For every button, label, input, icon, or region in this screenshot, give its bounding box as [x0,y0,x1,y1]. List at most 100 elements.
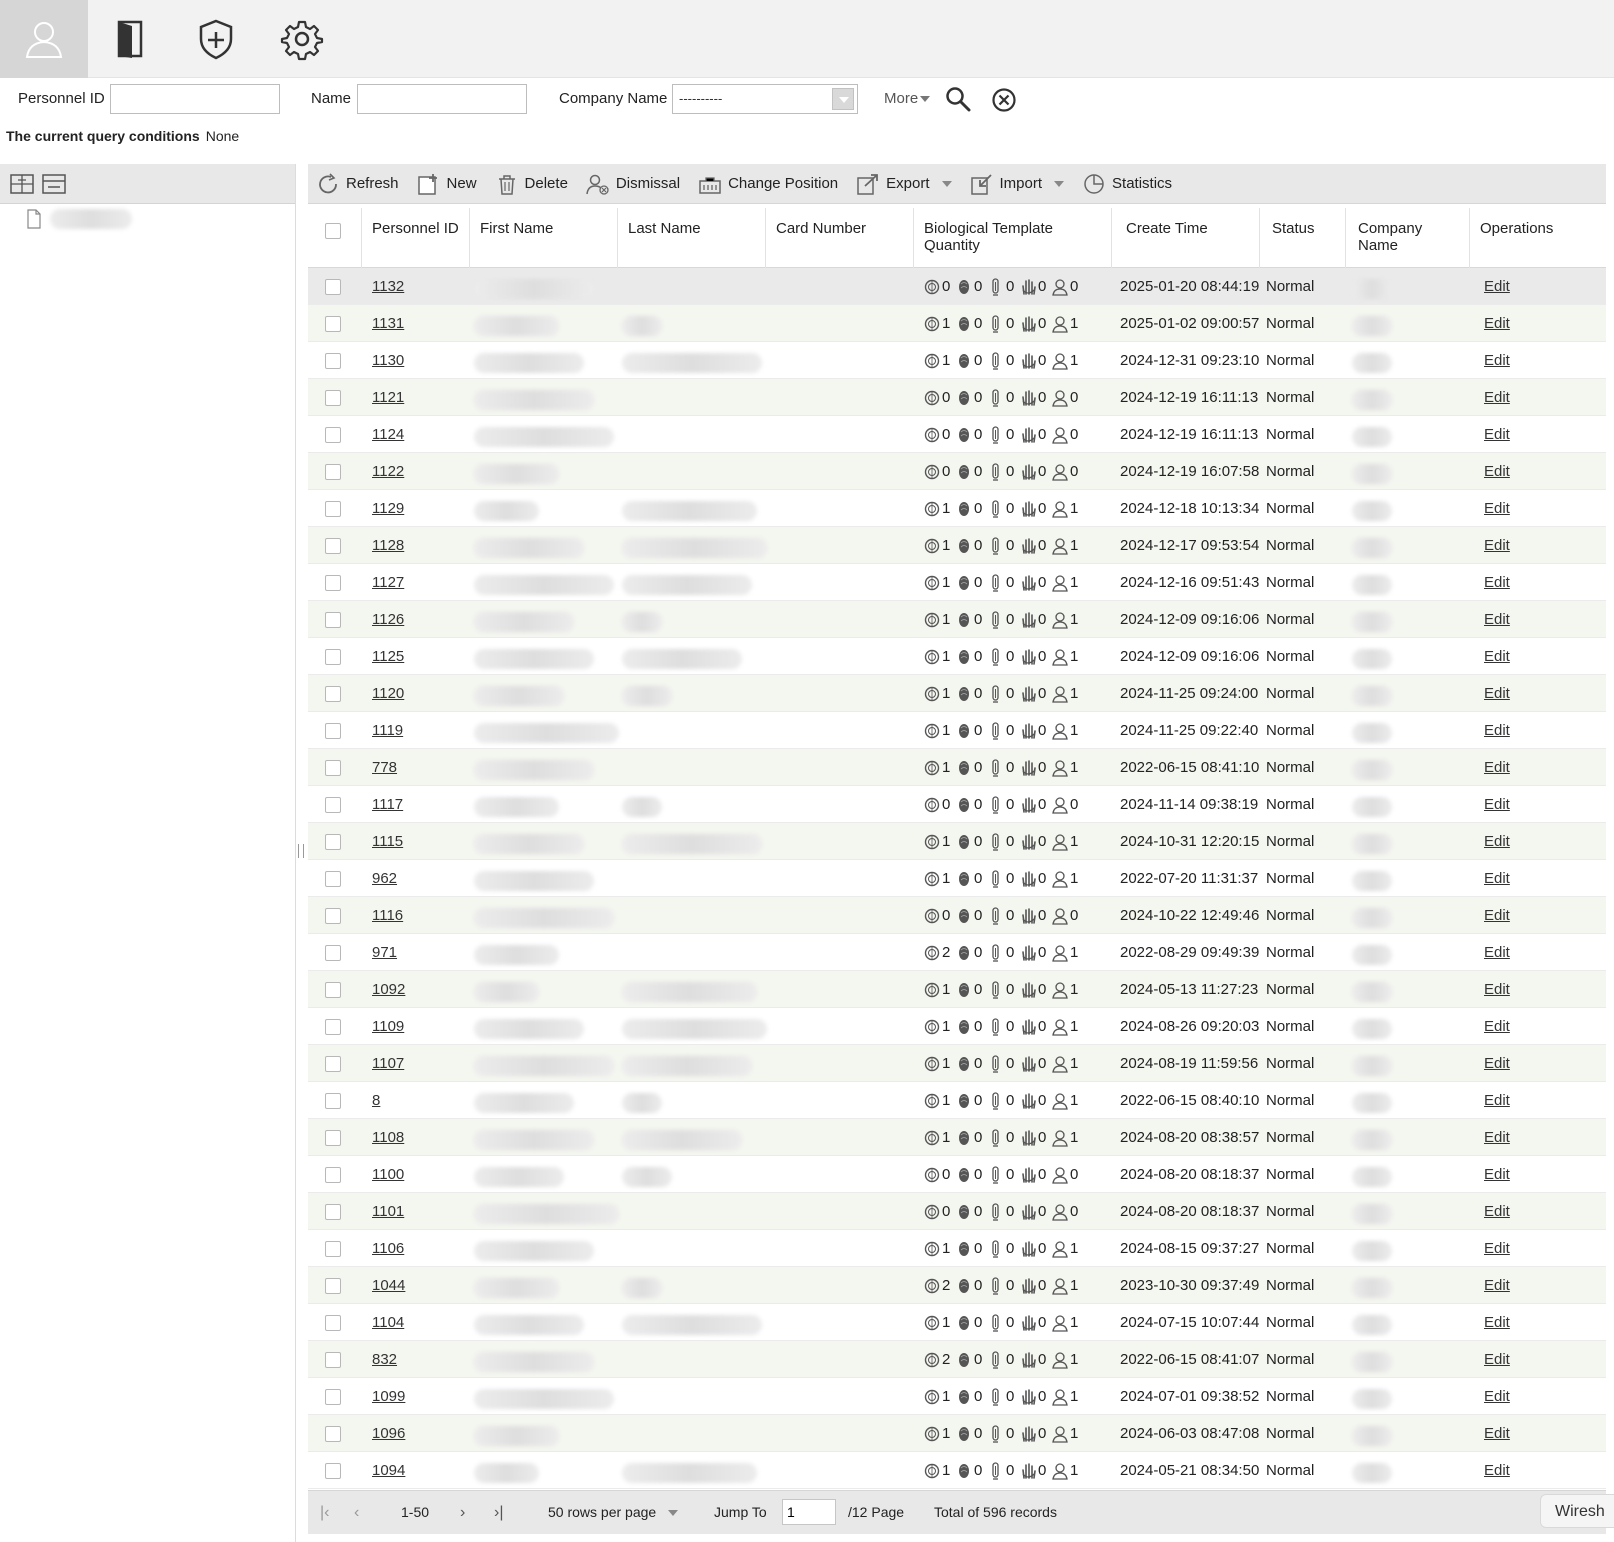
personnel-id-link[interactable]: 1044 [372,1267,405,1304]
table-row[interactable]: 1119 1 0 0 0 1 2024-11-25 09:22:40 Normal Edit [308,712,1606,749]
personnel-id-link[interactable]: 1096 [372,1415,405,1452]
table-row[interactable]: 1104 1 0 0 0 1 2024-07-15 10:07:44 Normal Edit [308,1304,1606,1341]
personnel-id-link[interactable]: 1132 [372,268,404,305]
first-page-icon[interactable]: |‹ [320,1504,329,1522]
personnel-id-link[interactable]: 1119 [372,712,403,749]
table-row[interactable]: 1101 0 0 0 0 0 2024-08-20 08:18:37 Normal Edit [308,1193,1606,1230]
row-checkbox[interactable] [325,982,341,998]
edit-link[interactable]: Edit [1484,1230,1510,1267]
personnel-id-link[interactable]: 1094 [372,1452,405,1489]
row-checkbox[interactable] [325,760,341,776]
edit-link[interactable]: Edit [1484,897,1510,934]
overlay-tab[interactable]: Wiresh [1540,1494,1614,1528]
edit-link[interactable]: Edit [1484,1008,1510,1045]
personnel-id-link[interactable]: 1121 [372,379,404,416]
table-row[interactable]: 778 1 0 0 0 1 2022-06-15 08:41:10 Normal Edit [308,749,1606,786]
row-checkbox[interactable] [325,390,341,406]
personnel-id-link[interactable]: 971 [372,934,397,971]
dismissal-button[interactable]: Dismissal [586,173,680,195]
import-button[interactable]: Import [970,173,1065,195]
header-card-number[interactable]: Card Number [766,208,914,268]
row-checkbox[interactable] [325,1056,341,1072]
edit-link[interactable]: Edit [1484,1045,1510,1082]
table-row[interactable]: 1120 1 0 0 0 1 2024-11-25 09:24:00 Normal Edit [308,675,1606,712]
edit-link[interactable]: Edit [1484,860,1510,897]
edit-link[interactable]: Edit [1484,268,1510,305]
header-create-time[interactable]: Create Time [1112,208,1260,268]
table-row[interactable]: 1117 0 0 0 0 0 2024-11-14 09:38:19 Normal Edit [308,786,1606,823]
table-row[interactable]: 1092 1 0 0 0 1 2024-05-13 11:27:23 Normal Edit [308,971,1606,1008]
table-row[interactable]: 1099 1 0 0 0 1 2024-07-01 09:38:52 Normal Edit [308,1378,1606,1415]
edit-link[interactable]: Edit [1484,379,1510,416]
edit-link[interactable]: Edit [1484,971,1510,1008]
table-row[interactable]: 1100 0 0 0 0 0 2024-08-20 08:18:37 Normal Edit [308,1156,1606,1193]
edit-link[interactable]: Edit [1484,712,1510,749]
edit-link[interactable]: Edit [1484,786,1510,823]
row-checkbox[interactable] [325,1278,341,1294]
table-row[interactable]: 8 1 0 0 0 1 2022-06-15 08:40:10 Normal Edit [308,1082,1606,1119]
table-row[interactable]: 1121 0 0 0 0 0 2024-12-19 16:11:13 Normal Edit [308,379,1606,416]
personnel-id-link[interactable]: 1100 [372,1156,404,1193]
table-row[interactable]: 1044 2 0 0 0 1 2023-10-30 09:37:49 Normal Edit [308,1267,1606,1304]
table-row[interactable]: 1107 1 0 0 0 1 2024-08-19 11:59:56 Normal Edit [308,1045,1606,1082]
personnel-id-link[interactable]: 1109 [372,1008,404,1045]
table-row[interactable]: 1130 1 0 0 0 1 2024-12-31 09:23:10 Normal Edit [308,342,1606,379]
edit-link[interactable]: Edit [1484,1304,1510,1341]
security-module-button[interactable] [172,0,260,78]
personnel-id-link[interactable]: 1126 [372,601,404,638]
delete-button[interactable]: Delete [495,173,568,195]
table-row[interactable]: 1132 0 0 0 0 0 2025-01-20 08:44:19 Normal Edit [308,268,1606,305]
header-first-name[interactable]: First Name [470,208,618,268]
row-checkbox[interactable] [325,1241,341,1257]
tree-node-root[interactable] [26,209,132,229]
personnel-id-link[interactable]: 1106 [372,1230,404,1267]
table-row[interactable]: 1096 1 0 0 0 1 2024-06-03 08:47:08 Normal Edit [308,1415,1606,1452]
row-checkbox[interactable] [325,1130,341,1146]
personnel-id-link[interactable]: 1116 [372,897,403,934]
table-row[interactable]: 832 2 0 0 0 1 2022-06-15 08:41:07 Normal Edit [308,1341,1606,1378]
export-button[interactable]: Export [856,173,952,195]
edit-link[interactable]: Edit [1484,601,1510,638]
table-row[interactable]: 1115 1 0 0 0 1 2024-10-31 12:20:15 Normal Edit [308,823,1606,860]
header-last-name[interactable]: Last Name [618,208,766,268]
new-button[interactable]: New [417,173,477,195]
row-checkbox[interactable] [325,427,341,443]
personnel-id-link[interactable]: 1092 [372,971,405,1008]
edit-link[interactable]: Edit [1484,1156,1510,1193]
row-checkbox[interactable] [325,575,341,591]
personnel-id-link[interactable]: 1124 [372,416,404,453]
refresh-button[interactable]: Refresh [316,172,399,195]
edit-link[interactable]: Edit [1484,1415,1510,1452]
personnel-id-link[interactable]: 8 [372,1082,380,1119]
edit-link[interactable]: Edit [1484,1119,1510,1156]
prev-page-icon[interactable]: ‹ [354,1504,359,1522]
row-checkbox[interactable] [325,908,341,924]
table-row[interactable]: 1106 1 0 0 0 1 2024-08-15 09:37:27 Normal Edit [308,1230,1606,1267]
edit-link[interactable]: Edit [1484,1082,1510,1119]
clear-search-icon[interactable] [991,87,1017,113]
name-input[interactable] [357,84,527,114]
edit-link[interactable]: Edit [1484,675,1510,712]
rows-per-page-select[interactable]: 50 rows per page [548,1504,679,1520]
row-checkbox[interactable] [325,464,341,480]
personnel-id-link[interactable]: 1115 [372,823,403,860]
edit-link[interactable]: Edit [1484,305,1510,342]
edit-link[interactable]: Edit [1484,1267,1510,1304]
personnel-id-input[interactable] [110,84,280,114]
select-all-checkbox[interactable] [325,223,341,239]
edit-link[interactable]: Edit [1484,823,1510,860]
row-checkbox[interactable] [325,316,341,332]
edit-link[interactable]: Edit [1484,638,1510,675]
export-dropdown-icon[interactable] [941,180,952,187]
row-checkbox[interactable] [325,871,341,887]
row-checkbox[interactable] [325,686,341,702]
table-row[interactable]: 971 2 0 0 0 1 2022-08-29 09:49:39 Normal Edit [308,934,1606,971]
personnel-module-button[interactable] [0,0,88,78]
edit-link[interactable]: Edit [1484,1341,1510,1378]
edit-link[interactable]: Edit [1484,749,1510,786]
edit-link[interactable]: Edit [1484,342,1510,379]
personnel-id-link[interactable]: 962 [372,860,397,897]
edit-link[interactable]: Edit [1484,527,1510,564]
personnel-id-link[interactable]: 832 [372,1341,397,1378]
personnel-id-link[interactable]: 1104 [372,1304,404,1341]
